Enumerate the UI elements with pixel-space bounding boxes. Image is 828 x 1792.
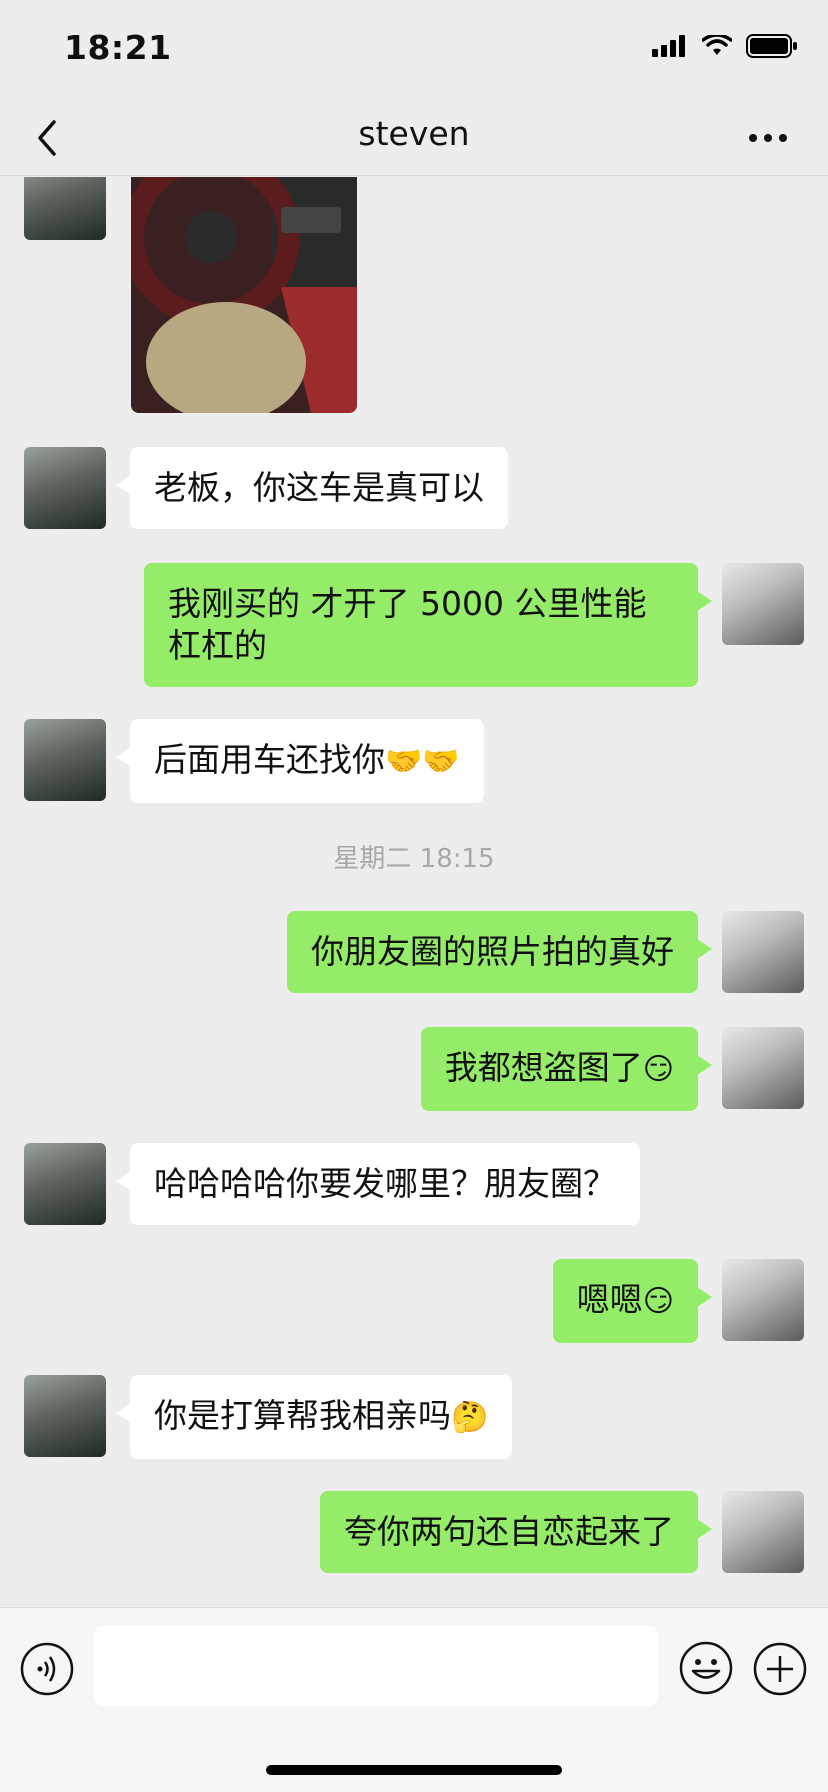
wifi-icon — [702, 35, 732, 55]
message-input[interactable] — [94, 1626, 658, 1706]
signal-icon — [652, 35, 685, 57]
chat-title: steven — [358, 114, 470, 153]
message-bubble[interactable]: 我刚买的 才开了 5000 公里性能杠杠的 — [144, 563, 712, 687]
handshake-emoji-icon: 🤝🤝 — [385, 744, 460, 779]
message-text: 老板，你这车是真可以 — [154, 468, 484, 507]
message-bubble[interactable]: 夸你两句还自恋起来了 — [320, 1491, 712, 1573]
avatar-steven[interactable] — [24, 447, 106, 529]
avatar-self[interactable] — [722, 1027, 804, 1109]
status-time: 18:21 — [64, 28, 172, 67]
home-indicator[interactable] — [266, 1765, 562, 1775]
message-text: 你朋友圈的照片拍的真好 — [311, 932, 674, 971]
thinking-emoji-icon: 🤔 — [451, 1400, 489, 1435]
car-interior-image — [131, 177, 357, 413]
message-bubble[interactable]: 你朋友圈的照片拍的真好 — [287, 911, 712, 993]
battery-icon — [746, 34, 797, 58]
message-bubble[interactable]: 我都想盗图了😏 — [420, 1027, 713, 1111]
avatar-steven[interactable] — [24, 1375, 106, 1457]
avatar-steven[interactable] — [24, 719, 106, 801]
more-icon[interactable] — [748, 128, 788, 148]
message-text: 后面用车还找你 — [154, 740, 385, 779]
emoji-icon[interactable] — [678, 1640, 734, 1696]
plus-icon[interactable] — [753, 1642, 807, 1696]
smirk-emoji-icon: 😏 — [642, 1052, 674, 1087]
status-icons — [652, 34, 798, 58]
car-photo[interactable] — [131, 177, 357, 413]
avatar-steven[interactable] — [24, 1143, 106, 1225]
status-bar: 18:21 — [0, 0, 828, 100]
message-text: 嗯嗯 — [576, 1280, 643, 1319]
message-bubble[interactable]: 后面用车还找你🤝🤝 — [116, 719, 484, 803]
avatar-self[interactable] — [722, 911, 804, 993]
chat-area[interactable]: 老板，你这车是真可以 我刚买的 才开了 5000 公里性能杠杠的 后面用车还找你… — [0, 177, 828, 1607]
message-text: 我刚买的 才开了 5000 公里性能杠杠的 — [168, 584, 647, 665]
nav-bar: steven — [0, 100, 828, 176]
message-text: 夸你两句还自恋起来了 — [344, 1512, 674, 1551]
message-bubble[interactable]: 你是打算帮我相亲吗🤔 — [115, 1375, 513, 1459]
message-bubble[interactable]: 嗯嗯😏 — [552, 1259, 713, 1343]
message-text: 你是打算帮我相亲吗 — [154, 1396, 451, 1435]
smirk-emoji-icon: 😏 — [642, 1284, 674, 1319]
message-text: 我都想盗图了 — [444, 1048, 643, 1087]
avatar-self[interactable] — [722, 1491, 804, 1573]
voice-icon[interactable] — [20, 1642, 74, 1696]
message-bubble[interactable]: 老板，你这车是真可以 — [116, 447, 508, 529]
message-bubble[interactable]: 哈哈哈哈你要发哪里？朋友圈？ — [116, 1143, 640, 1225]
timestamp: 星期二 18:15 — [333, 844, 495, 874]
avatar-steven[interactable] — [24, 177, 106, 240]
avatar-self[interactable] — [722, 563, 804, 645]
avatar-self[interactable] — [722, 1259, 804, 1341]
message-text: 哈哈哈哈你要发哪里？朋友圈？ — [154, 1164, 616, 1203]
